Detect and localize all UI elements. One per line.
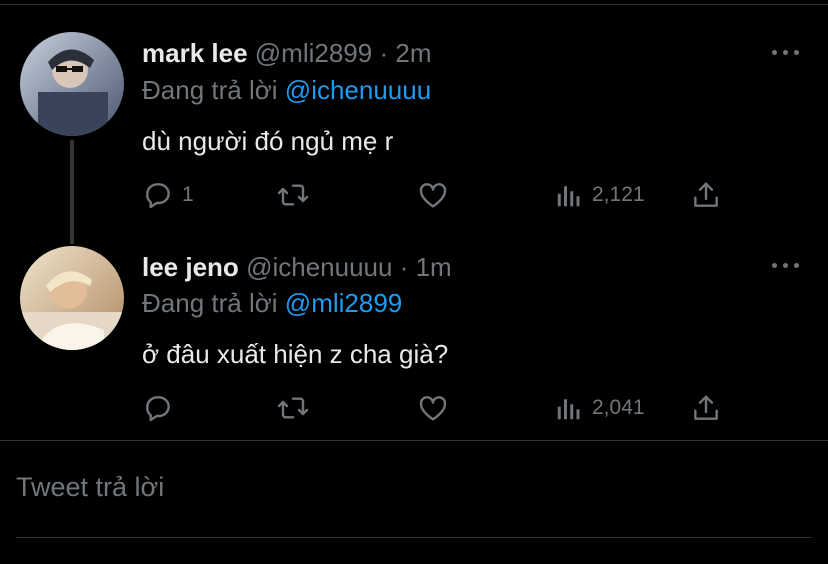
reply-count: 1 [182, 183, 194, 206]
share-icon [694, 182, 718, 207]
top-divider [0, 4, 828, 5]
views-button[interactable]: 2,041 [554, 391, 645, 425]
display-name[interactable]: lee jeno [142, 252, 239, 282]
views-icon [557, 399, 580, 420]
views-icon [557, 186, 580, 207]
display-name[interactable]: mark lee [142, 38, 248, 68]
user-handle[interactable]: @mli2899 [255, 38, 372, 68]
separator-dot: · [399, 252, 409, 282]
replying-prefix: Đang trả lời [142, 75, 278, 105]
reply-button[interactable]: 1 [142, 178, 194, 212]
timestamp[interactable]: 2m [395, 38, 431, 68]
avatar[interactable] [20, 246, 124, 350]
reply-input-underline [16, 537, 812, 538]
tweet-text: dù người đó ngủ mẹ r [142, 126, 394, 156]
retweet-icon [277, 184, 309, 206]
views-count: 2,121 [592, 183, 645, 206]
replying-to: Đang trả lời @ichenuuuu [142, 75, 431, 106]
tweet-header: lee jeno @ichenuuuu · 1m [142, 252, 452, 283]
share-button[interactable] [690, 178, 722, 212]
more-icon[interactable] [772, 48, 802, 58]
user-handle[interactable]: @ichenuuuu [246, 252, 392, 282]
retweet-button[interactable] [276, 391, 310, 425]
reply-input[interactable]: Tweet trả lời [16, 472, 164, 503]
section-divider [0, 440, 828, 441]
retweet-button[interactable] [276, 178, 310, 212]
reply-icon [146, 183, 170, 209]
like-button[interactable] [416, 178, 450, 212]
views-count: 2,041 [592, 396, 645, 419]
tweet-text: ở đâu xuất hiện z cha già? [142, 339, 449, 369]
reply-icon [146, 396, 170, 422]
replying-mention[interactable]: @mli2899 [285, 288, 402, 318]
share-button[interactable] [690, 391, 722, 425]
like-icon [419, 183, 447, 208]
action-bar: 2,041 [0, 391, 828, 425]
retweet-icon [277, 397, 309, 419]
like-icon [419, 396, 447, 421]
tweet-header: mark lee @mli2899 · 2m [142, 38, 431, 69]
replying-to: Đang trả lời @mli2899 [142, 288, 402, 319]
like-button[interactable] [416, 391, 450, 425]
replying-prefix: Đang trả lời [142, 288, 278, 318]
reply-button[interactable] [142, 391, 182, 425]
timestamp[interactable]: 1m [416, 252, 452, 282]
more-icon[interactable] [772, 261, 802, 271]
share-icon [694, 395, 718, 420]
replying-mention[interactable]: @ichenuuuu [285, 75, 431, 105]
views-button[interactable]: 2,121 [554, 178, 645, 212]
avatar[interactable] [20, 32, 124, 136]
action-bar: 1 2,121 [0, 178, 828, 212]
separator-dot: · [379, 38, 389, 68]
